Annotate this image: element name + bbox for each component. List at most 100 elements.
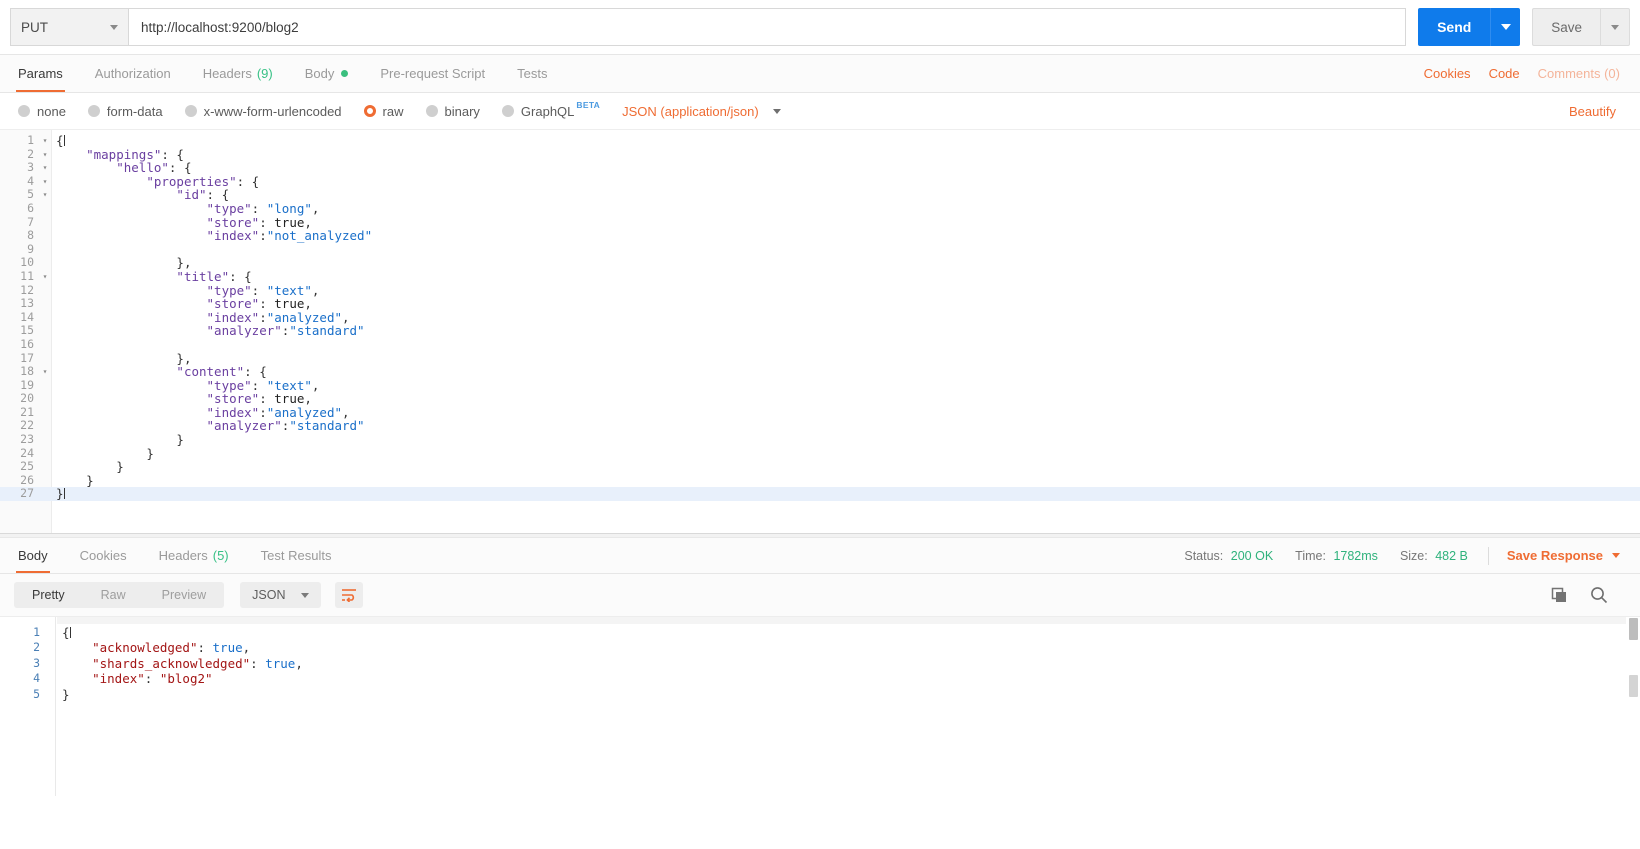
code-line[interactable]: 16: [0, 336, 1640, 352]
beautify-button[interactable]: Beautify: [1569, 104, 1622, 119]
fold-arrow-icon[interactable]: ▾: [38, 161, 52, 175]
word-wrap-button[interactable]: [335, 582, 364, 608]
status-badge: Status: 200 OK: [1184, 549, 1273, 563]
line-number: 22: [20, 418, 34, 433]
view-pretty-button[interactable]: Pretty: [14, 582, 83, 608]
fold-arrow-icon[interactable]: ▾: [38, 148, 52, 162]
tab-body[interactable]: Body: [289, 55, 365, 92]
send-options-button[interactable]: [1490, 8, 1521, 46]
save-response-button[interactable]: Save Response: [1507, 548, 1620, 563]
code-line[interactable]: 4 ▾ "properties": {: [0, 173, 1640, 189]
search-button[interactable]: [1590, 586, 1608, 604]
code-line[interactable]: 8 "index":"not_analyzed": [0, 229, 1640, 243]
body-type-graphql[interactable]: GraphQL BETA: [501, 100, 600, 119]
code-line[interactable]: 24 }: [0, 446, 1640, 461]
response-tab-body[interactable]: Body: [14, 538, 64, 573]
code-text: }: [62, 686, 70, 702]
code-line[interactable]: 7 "store": true,: [0, 215, 1640, 230]
request-url-input[interactable]: http://localhost:9200/blog2: [128, 8, 1407, 46]
http-method-select[interactable]: PUT: [10, 8, 128, 46]
code-line[interactable]: 27}: [0, 487, 1640, 502]
fold-arrow-icon[interactable]: ▾: [38, 134, 52, 148]
body-type-raw[interactable]: raw: [363, 104, 404, 119]
line-number: 26: [20, 472, 34, 487]
code-line[interactable]: 26 }: [0, 472, 1640, 488]
response-code-line[interactable]: 4 "index": "blog2": [0, 671, 1640, 686]
tab-pre-request-script[interactable]: Pre-request Script: [364, 55, 501, 92]
code-line[interactable]: 13 "store": true,: [0, 297, 1640, 311]
code-line[interactable]: 18 ▾ "content": {: [0, 364, 1640, 379]
fold-arrow-icon[interactable]: ▾: [38, 270, 52, 284]
tab-tests[interactable]: Tests: [501, 55, 563, 92]
response-tab-cookies[interactable]: Cookies: [64, 538, 143, 573]
view-preview-button[interactable]: Preview: [144, 582, 224, 608]
code-link[interactable]: Code: [1489, 66, 1520, 81]
code-text: "properties": {: [146, 173, 260, 189]
copy-button[interactable]: [1551, 587, 1568, 604]
response-code-line[interactable]: 2 "acknowledged": true,: [0, 640, 1640, 655]
code-line[interactable]: 17 },: [0, 351, 1640, 366]
line-number: 13: [20, 296, 34, 311]
line-number: 16: [20, 336, 34, 351]
response-format-select[interactable]: JSON: [240, 582, 322, 608]
radio-icon: [425, 105, 438, 117]
code-line[interactable]: 6 "type": "long",: [0, 201, 1640, 216]
response-code-line[interactable]: 3 "shards_acknowledged": true,: [0, 656, 1640, 671]
code-text: {: [62, 625, 71, 640]
search-icon: [1591, 587, 1608, 604]
code-line[interactable]: 25 }: [0, 460, 1640, 474]
code-line[interactable]: 12 "type": "text",: [0, 283, 1640, 298]
code-line[interactable]: 20 "store": true,: [0, 392, 1640, 406]
code-line[interactable]: 3 ▾ "hello": {: [0, 161, 1640, 175]
line-number: 4: [27, 173, 34, 188]
code-line[interactable]: 1 ▾ {: [0, 133, 1640, 148]
send-button[interactable]: Send: [1418, 8, 1491, 46]
code-line[interactable]: 23 }: [0, 432, 1640, 448]
tab-headers[interactable]: Headers (9): [187, 55, 289, 92]
code-text: "index":"analyzed",: [206, 309, 350, 325]
code-line[interactable]: 15 "analyzer":"standard": [0, 324, 1640, 338]
save-options-button[interactable]: [1600, 8, 1630, 46]
view-raw-button[interactable]: Raw: [83, 582, 144, 608]
code-line[interactable]: 11 ▾ "title": {: [0, 269, 1640, 284]
code-text: }: [176, 432, 184, 448]
response-code-line[interactable]: 5}: [0, 687, 1640, 702]
code-line[interactable]: 9: [0, 242, 1640, 257]
code-text: },: [176, 255, 192, 271]
body-type-form-data[interactable]: form-data: [87, 104, 163, 119]
fold-arrow-icon[interactable]: ▾: [38, 365, 52, 379]
divider: [1487, 546, 1489, 565]
line-number: 3: [27, 160, 34, 175]
fold-arrow-icon[interactable]: ▾: [38, 175, 52, 189]
fold-arrow-icon[interactable]: ▾: [38, 188, 52, 202]
code-line[interactable]: 21 "index":"analyzed",: [0, 404, 1640, 420]
code-line[interactable]: 22 "analyzer":"standard": [0, 419, 1640, 433]
code-line[interactable]: 5 ▾ "id": {: [0, 188, 1640, 202]
response-tab-headers[interactable]: Headers (5): [143, 538, 245, 573]
radio-icon: [184, 105, 197, 117]
response-tab-test-results[interactable]: Test Results: [245, 538, 348, 573]
word-wrap-icon: [342, 589, 357, 602]
content-type-select[interactable]: JSON (application/json): [622, 104, 781, 119]
code-line[interactable]: 2 ▾ "mappings": {: [0, 147, 1640, 162]
body-type-none[interactable]: none: [18, 104, 66, 119]
tab-label: Body: [18, 548, 48, 563]
request-body-editor[interactable]: 1 ▾ {2 ▾ "mappings": {3 ▾ "hello": {4 ▾ "prop…: [0, 129, 1640, 533]
tab-authorization[interactable]: Authorization: [79, 55, 187, 92]
cookies-link[interactable]: Cookies: [1424, 66, 1471, 81]
code-line[interactable]: 19 "type": "text",: [0, 378, 1640, 393]
line-number: 21: [20, 404, 34, 419]
response-code-line[interactable]: 1{: [0, 625, 1640, 640]
code-line[interactable]: 10 },: [0, 256, 1640, 270]
chevron-down-icon: [301, 592, 310, 598]
save-button[interactable]: Save: [1532, 8, 1600, 46]
comments-link[interactable]: Comments (0): [1538, 66, 1620, 81]
code-line[interactable]: 14 "index":"analyzed",: [0, 309, 1640, 325]
body-type-binary[interactable]: binary: [425, 104, 480, 119]
body-type-urlencoded[interactable]: x-www-form-urlencoded: [184, 104, 342, 119]
tab-params[interactable]: Params: [14, 55, 79, 92]
response-body-editor[interactable]: 1{2 "acknowledged": true, 3 "shards_ackno…: [0, 616, 1640, 796]
